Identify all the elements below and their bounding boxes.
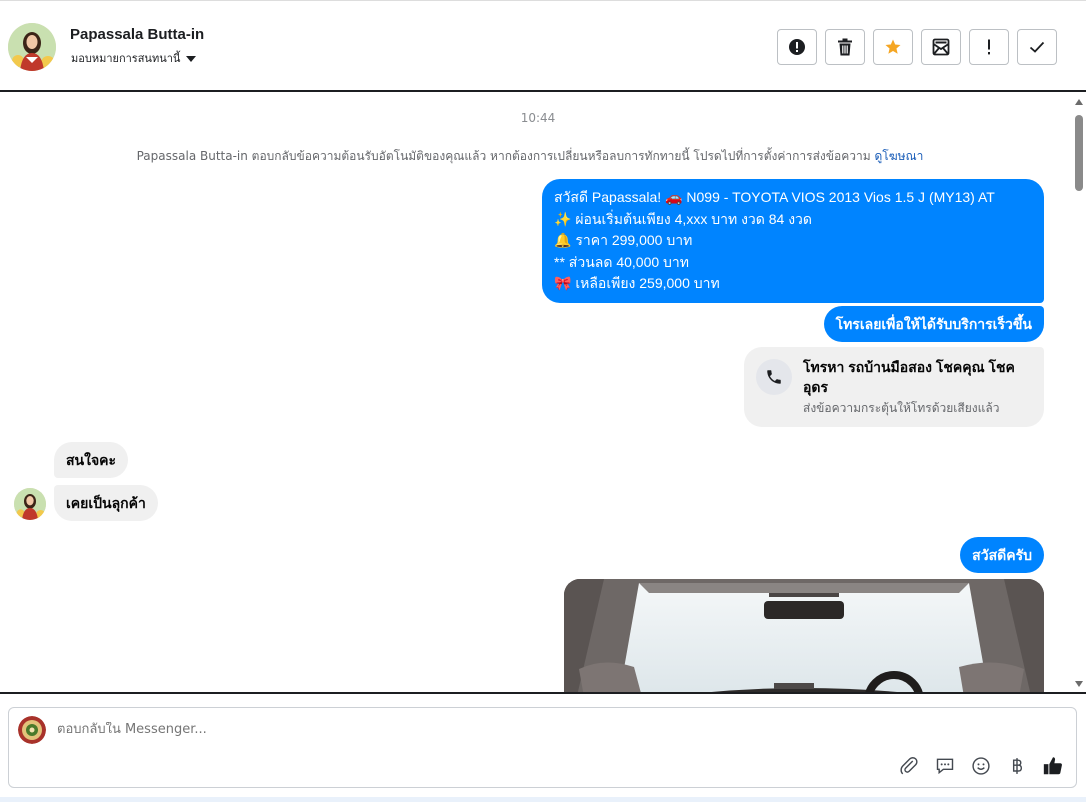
call-request-card[interactable]: โทรหา รถบ้านมือสอง โชคคุณ โชคอุดร ส่งข้อ… xyxy=(744,347,1044,427)
contact-avatar[interactable] xyxy=(8,23,56,71)
exclamation-icon xyxy=(988,39,990,55)
outgoing-message-bubble[interactable]: สวัสดีครับ xyxy=(960,537,1044,573)
conversation-header: Papassala Butta-in มอบหมายการสนทนานี้ xyxy=(0,0,1086,92)
outgoing-message-bubble[interactable]: โทรเลยเพื่อให้ได้รับบริการเร็วขึ้น xyxy=(823,306,1044,342)
star-icon xyxy=(885,39,901,54)
header-actions xyxy=(777,29,1057,65)
message-thread[interactable]: 10:44 Papassala Butta-in ตอบกลับข้อความต… xyxy=(0,93,1086,693)
emoji-icon[interactable] xyxy=(970,755,992,777)
follow-up-button[interactable] xyxy=(969,29,1009,65)
assign-label: มอบหมายการสนทนานี้ xyxy=(71,52,181,65)
check-icon xyxy=(1029,41,1045,53)
notice-text: Papassala Butta-in ตอบกลับข้อความต้อนรับ… xyxy=(136,149,871,163)
message-line: ✨ ผ่อนเริ่มต้นเพียง 4,xxx บาท งวด 84 งวด xyxy=(554,210,813,227)
quick-reply-icon[interactable] xyxy=(934,755,956,777)
assign-conversation-dropdown[interactable]: มอบหมายการสนทนานี้ xyxy=(71,49,197,67)
page-avatar xyxy=(18,716,46,744)
baht-icon[interactable] xyxy=(1006,755,1028,777)
car-interior-photo[interactable] xyxy=(564,579,1044,693)
call-card-title: โทรหา รถบ้านมือสอง โชคคุณ โชคอุดร xyxy=(803,359,1015,395)
report-spam-button[interactable] xyxy=(777,29,817,65)
message-line: สวัสดี Papassala! 🚗 N099 - TOYOTA VIOS 2… xyxy=(554,189,995,205)
message-line: 🔔 ราคา 299,000 บาท xyxy=(554,232,693,248)
delete-button[interactable] xyxy=(825,29,865,65)
sender-avatar xyxy=(14,488,46,520)
composer-divider xyxy=(0,692,1086,694)
call-card-subtitle: ส่งข้อความกระตุ้นให้โทรด้วยเสียงแล้ว xyxy=(803,401,1000,415)
incoming-message-bubble[interactable]: เคยเป็นลุกค้า xyxy=(54,485,158,521)
phone-icon xyxy=(756,359,792,395)
paperclip-icon[interactable] xyxy=(898,755,920,777)
mark-done-button[interactable] xyxy=(1017,29,1057,65)
alert-circle-icon xyxy=(789,39,805,55)
message-line: ** ส่วนลด 40,000 บาท xyxy=(554,253,690,270)
outgoing-message-bubble[interactable]: สวัสดี Papassala! 🚗 N099 - TOYOTA VIOS 2… xyxy=(542,179,1044,303)
composer-toolbar xyxy=(898,755,1064,777)
trash-icon xyxy=(838,38,852,56)
bottom-strip xyxy=(0,797,1086,802)
star-button[interactable] xyxy=(873,29,913,65)
envelope-open-icon xyxy=(932,38,950,56)
thread-scrollbar[interactable] xyxy=(1072,93,1086,693)
scroll-up-arrow-icon[interactable] xyxy=(1075,99,1083,105)
view-ad-link[interactable]: ดูโฆษณา xyxy=(874,149,923,163)
thumbs-up-icon[interactable] xyxy=(1042,755,1064,777)
scrollbar-thumb[interactable] xyxy=(1075,115,1083,191)
contact-name[interactable]: Papassala Butta-in xyxy=(70,26,204,43)
scroll-down-arrow-icon[interactable] xyxy=(1075,681,1083,687)
reply-input[interactable] xyxy=(57,722,757,737)
message-composer[interactable] xyxy=(8,707,1077,788)
incoming-message-bubble[interactable]: สนใจคะ xyxy=(54,442,129,478)
message-timestamp: 10:44 xyxy=(520,111,556,125)
chevron-down-icon xyxy=(186,56,197,62)
message-line: 🎀 เหลือเพียง 259,000 บาท xyxy=(554,275,720,291)
mark-unread-button[interactable] xyxy=(921,29,961,65)
auto-reply-notice: Papassala Butta-in ตอบกลับข้อความต้อนรับ… xyxy=(0,147,1060,166)
